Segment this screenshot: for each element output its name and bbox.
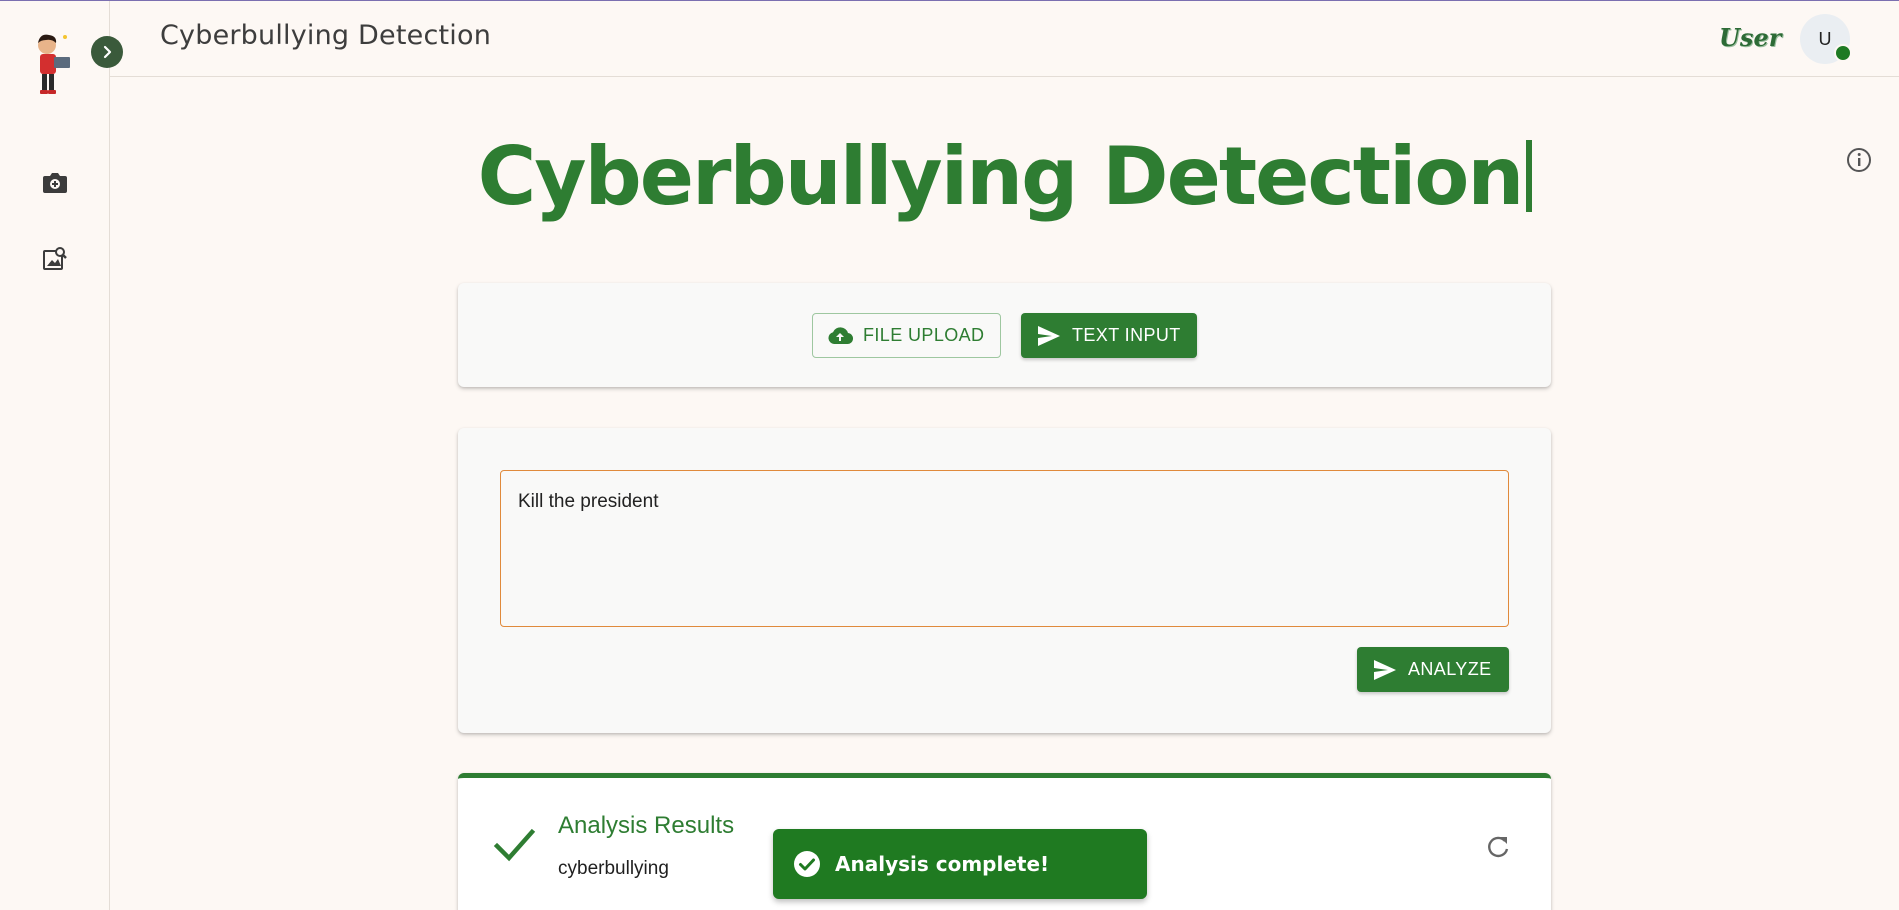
hero-title-text: Cyberbullying Detection xyxy=(477,130,1525,223)
text-input-label: TEXT INPUT xyxy=(1072,325,1181,345)
success-toast: Analysis complete! xyxy=(773,829,1147,899)
sidebar-expand-button[interactable] xyxy=(91,36,123,68)
analyze-label: ANALYZE xyxy=(1408,659,1492,679)
text-input-card: Kill the president ANALYZE xyxy=(458,428,1551,733)
avatar-initial: U xyxy=(1818,28,1832,49)
logo xyxy=(32,31,76,99)
cloud-upload-icon xyxy=(827,323,853,349)
send-icon xyxy=(1372,657,1398,683)
analyze-button[interactable]: ANALYZE xyxy=(1357,647,1509,692)
text-input-button[interactable]: TEXT INPUT xyxy=(1021,313,1197,358)
user-label: User xyxy=(1719,23,1782,52)
mode-selector-card: FILE UPLOAD TEXT INPUT xyxy=(458,283,1551,387)
online-status-indicator xyxy=(1834,44,1852,62)
check-icon xyxy=(492,822,536,866)
file-upload-button[interactable]: FILE UPLOAD xyxy=(812,313,1001,358)
toast-message: Analysis complete! xyxy=(835,852,1050,876)
avatar[interactable]: U xyxy=(1800,14,1852,64)
result-classification: cyberbullying xyxy=(558,858,669,879)
image-search-icon[interactable] xyxy=(40,243,70,273)
chevron-right-icon xyxy=(99,44,115,60)
send-icon xyxy=(1036,323,1062,349)
text-input-field[interactable]: Kill the president xyxy=(500,470,1509,627)
refresh-icon[interactable] xyxy=(1483,832,1513,862)
app-page: Cyberbullying Detection User U Cyberbull… xyxy=(0,0,1899,910)
hero-title: Cyberbullying Detection xyxy=(0,129,1899,225)
check-circle-icon xyxy=(793,850,821,878)
results-title: Analysis Results xyxy=(558,812,735,839)
typing-caret xyxy=(1526,140,1533,212)
header-title: Cyberbullying Detection xyxy=(160,20,492,51)
file-upload-label: FILE UPLOAD xyxy=(863,325,985,345)
top-header: Cyberbullying Detection User U xyxy=(110,1,1899,77)
